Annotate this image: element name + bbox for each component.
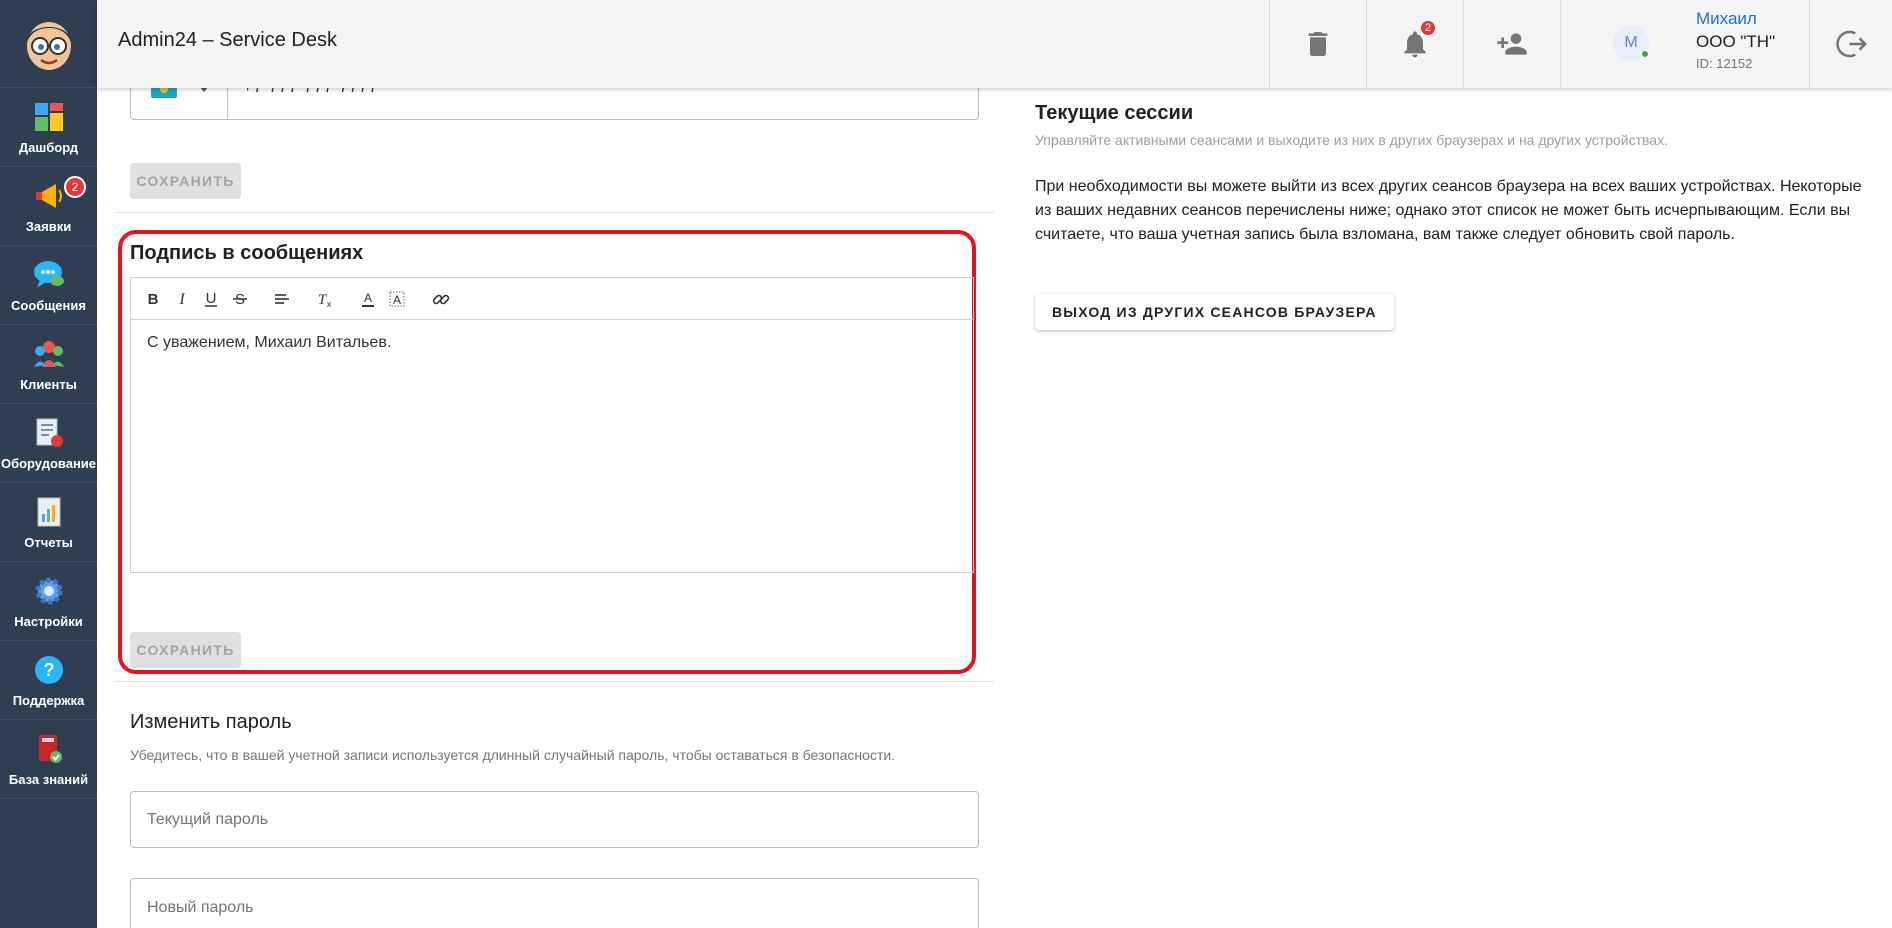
bold-icon: B	[148, 291, 159, 308]
notifications-button[interactable]: 2	[1366, 0, 1463, 88]
clear-format-button[interactable]: Tx	[312, 287, 336, 311]
underline-icon: U	[205, 290, 217, 307]
align-button[interactable]	[270, 287, 294, 311]
person-add-icon	[1497, 33, 1527, 55]
sidebar-item-label: Отчеты	[24, 534, 73, 550]
text-color-button[interactable]: A	[356, 287, 380, 311]
sidebar-item-label: Сообщения	[11, 297, 86, 313]
signature-text[interactable]: С уважением, Михаил Витальев.	[147, 334, 391, 352]
requests-badge: 2	[64, 176, 86, 198]
sidebar-item-label: Настройки	[14, 613, 83, 629]
top-header: Admin24 – Service Desk 2 M Михаил ООО "Т…	[97, 0, 1892, 88]
user-organization: ООО "ТН"	[1696, 32, 1776, 51]
sessions-description: При необходимости вы можете выйти из все…	[1035, 178, 1862, 243]
strikethrough-button[interactable]: S	[228, 287, 252, 311]
change-password-subtitle: Убедитесь, что в вашей учетной записи ис…	[130, 747, 896, 763]
bold-button[interactable]: B	[141, 287, 165, 311]
sidebar: Дашборд Заявки 2 Сообщения Клиенты Обору…	[0, 0, 97, 928]
logo[interactable]	[0, 0, 97, 88]
notifications-badge: 2	[1419, 19, 1437, 37]
divider	[115, 681, 994, 682]
user-id: ID: 12152	[1696, 56, 1753, 71]
svg-text:A: A	[364, 291, 372, 305]
sessions-subtitle: Управляйте активными сеансами и выходите…	[1035, 132, 1668, 148]
sidebar-item-label: Заявки	[25, 218, 72, 234]
sidebar-item-support[interactable]: ? Поддержка	[0, 641, 97, 720]
book-icon	[38, 734, 62, 763]
help-icon: ?	[34, 655, 63, 684]
sidebar-item-requests[interactable]: Заявки 2	[0, 167, 97, 246]
italic-button[interactable]: I	[170, 287, 194, 311]
link-button[interactable]	[429, 287, 453, 311]
svg-text:?: ?	[43, 660, 54, 680]
sidebar-item-label: Оборудование	[0, 455, 97, 471]
change-password-title: Изменить пароль	[130, 711, 292, 733]
sidebar-item-label: База знаний	[8, 771, 89, 787]
text-color-icon: A	[362, 291, 374, 307]
current-password-input[interactable]	[131, 792, 978, 847]
strikethrough-icon: S	[233, 291, 247, 308]
link-icon	[432, 294, 450, 305]
sidebar-item-equipment[interactable]: Оборудование	[0, 404, 97, 483]
highlight-color-icon: A	[389, 291, 405, 307]
divider	[115, 212, 994, 213]
save-signature-button[interactable]: СОХРАНИТЬ	[130, 632, 241, 668]
gear-icon	[35, 577, 62, 604]
sidebar-item-messages[interactable]: Сообщения	[0, 246, 97, 325]
sidebar-item-reports[interactable]: Отчеты	[0, 483, 97, 562]
underline-button[interactable]: U	[199, 287, 223, 311]
trash-icon	[1308, 32, 1328, 56]
svg-text:A: A	[393, 293, 401, 307]
app-title: Admin24 – Service Desk	[118, 29, 337, 51]
logout-other-sessions-button[interactable]: ВЫХОД ИЗ ДРУГИХ СЕАНСОВ БРАУЗЕРА	[1035, 294, 1394, 330]
sidebar-item-label: Поддержка	[12, 692, 85, 708]
chat-icon	[33, 260, 64, 288]
clients-icon	[33, 340, 64, 367]
italic-icon: I	[178, 291, 185, 308]
new-password-field[interactable]	[130, 878, 979, 928]
megaphone-icon	[35, 183, 62, 208]
save-phone-button[interactable]: СОХРАНИТЬ	[130, 163, 241, 199]
svg-text:x: x	[327, 299, 332, 309]
sidebar-item-dashboard[interactable]: Дашборд	[0, 88, 97, 167]
sidebar-item-knowledge-base[interactable]: База знаний	[0, 720, 97, 799]
logout-button[interactable]	[1810, 0, 1892, 88]
svg-text:U: U	[206, 290, 217, 307]
sidebar-item-clients[interactable]: Клиенты	[0, 325, 97, 404]
dashboard-icon	[34, 102, 63, 131]
add-user-button[interactable]	[1463, 0, 1560, 88]
new-password-input[interactable]	[131, 879, 978, 928]
sessions-title: Текущие сессии	[1035, 102, 1194, 124]
background-color-button[interactable]: A	[385, 287, 409, 311]
reports-icon	[37, 497, 60, 526]
clear-format-icon: Tx	[318, 292, 332, 309]
signature-editor[interactable]: B I U S Tx A A С уважением, Михаил Витал…	[130, 277, 974, 573]
online-status-dot	[1641, 50, 1649, 58]
avatar-logo-icon	[26, 21, 71, 70]
equipment-icon	[36, 418, 63, 447]
user-menu[interactable]: M Михаил ООО "ТН" ID: 12152	[1560, 0, 1810, 88]
signature-title: Подпись в сообщениях	[130, 242, 364, 264]
sidebar-item-label: Клиенты	[20, 376, 77, 392]
current-password-field[interactable]	[130, 791, 979, 848]
logout-icon	[1836, 30, 1867, 58]
trash-button[interactable]	[1269, 0, 1366, 88]
editor-toolbar: B I U S Tx A A	[131, 278, 973, 320]
sidebar-item-label: Дашборд	[18, 139, 79, 155]
svg-text:I: I	[178, 291, 185, 308]
align-left-icon	[275, 294, 289, 304]
sidebar-item-settings[interactable]: Настройки	[0, 562, 97, 641]
svg-text:B: B	[148, 291, 159, 308]
user-name[interactable]: Михаил	[1696, 9, 1757, 29]
